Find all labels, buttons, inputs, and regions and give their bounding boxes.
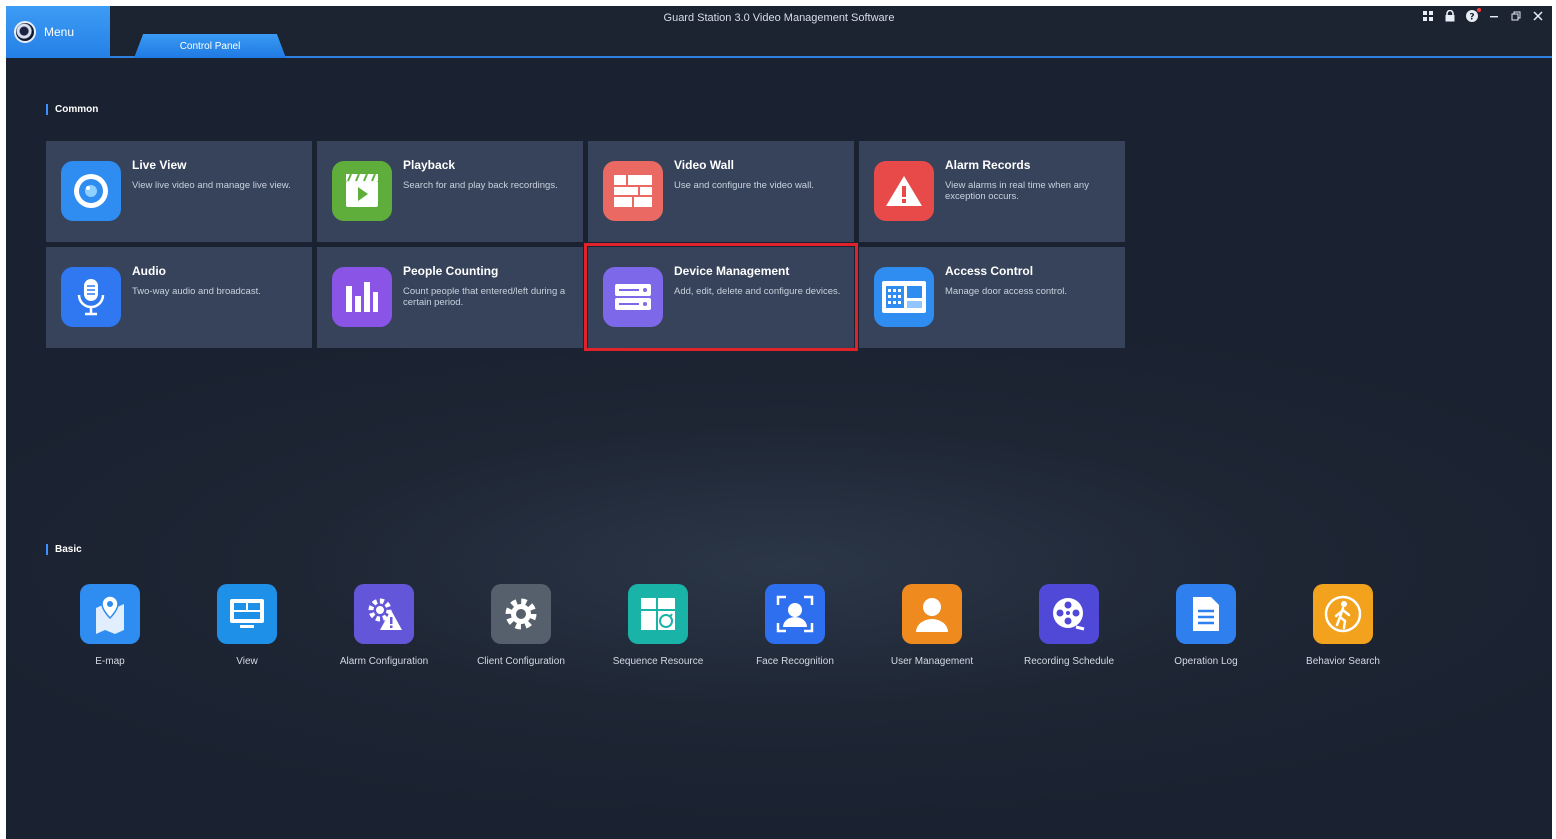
face-scan-icon bbox=[765, 584, 825, 644]
card-title: People Counting bbox=[403, 264, 499, 278]
app-title: Guard Station 3.0 Video Management Softw… bbox=[663, 12, 895, 24]
basic-item-view[interactable]: View bbox=[187, 584, 307, 684]
card-device-management[interactable]: Device Management Add, edit, delete and … bbox=[588, 247, 854, 348]
basic-item-label: View bbox=[236, 656, 258, 667]
video-wall-icon bbox=[603, 161, 663, 221]
access-panel-icon bbox=[874, 267, 934, 327]
sequence-icon bbox=[628, 584, 688, 644]
svg-text:?: ? bbox=[1469, 13, 1474, 23]
card-description: Two-way audio and broadcast. bbox=[132, 286, 261, 297]
basic-item-client-configuration[interactable]: Client Configuration bbox=[461, 584, 581, 684]
title-bar: Menu Guard Station 3.0 Video Management … bbox=[6, 6, 1552, 58]
section-title-common: Common bbox=[46, 104, 98, 115]
card-video-wall[interactable]: Video Wall Use and configure the video w… bbox=[588, 141, 854, 242]
basic-item-label: Client Configuration bbox=[477, 656, 565, 667]
card-access-control[interactable]: Access Control Manage door access contro… bbox=[859, 247, 1125, 348]
basic-item-alarm-configuration[interactable]: Alarm Configuration bbox=[324, 584, 444, 684]
basic-item-sequence-resource[interactable]: Sequence Resource bbox=[598, 584, 718, 684]
gear-icon bbox=[491, 584, 551, 644]
alarm-config-icon bbox=[354, 584, 414, 644]
card-title: Playback bbox=[403, 158, 456, 172]
card-description: Count people that entered/left during a … bbox=[403, 286, 566, 308]
alarm-warning-icon bbox=[874, 161, 934, 221]
card-playback[interactable]: Playback Search for and play back record… bbox=[317, 141, 583, 242]
card-description: Add, edit, delete and configure devices. bbox=[674, 286, 841, 297]
microphone-icon bbox=[61, 267, 121, 327]
walking-person-icon bbox=[1313, 584, 1373, 644]
view-layout-icon bbox=[217, 584, 277, 644]
restore-icon[interactable] bbox=[1510, 10, 1522, 22]
basic-item-user-management[interactable]: User Management bbox=[872, 584, 992, 684]
close-icon[interactable] bbox=[1532, 10, 1544, 22]
film-reel-icon bbox=[1039, 584, 1099, 644]
card-description: Use and configure the video wall. bbox=[674, 180, 814, 191]
card-description: Manage door access control. bbox=[945, 286, 1067, 297]
clapperboard-icon bbox=[332, 161, 392, 221]
help-icon[interactable]: ? bbox=[1466, 8, 1481, 23]
bar-chart-icon bbox=[332, 267, 392, 327]
app-window: Menu Guard Station 3.0 Video Management … bbox=[6, 6, 1552, 839]
device-icon bbox=[603, 267, 663, 327]
card-people-counting[interactable]: People Counting Count people that entere… bbox=[317, 247, 583, 348]
user-icon bbox=[902, 584, 962, 644]
document-icon bbox=[1176, 584, 1236, 644]
basic-item-label: E-map bbox=[95, 656, 125, 667]
card-title: Alarm Records bbox=[945, 158, 1031, 172]
card-alarm-records[interactable]: Alarm Records View alarms in real time w… bbox=[859, 141, 1125, 242]
section-title-basic: Basic bbox=[46, 544, 82, 555]
card-live-view[interactable]: Live View View live video and manage liv… bbox=[46, 141, 312, 242]
card-title: Access Control bbox=[945, 264, 1034, 278]
basic-item-operation-log[interactable]: Operation Log bbox=[1146, 584, 1266, 684]
basic-item-label: Recording Schedule bbox=[1023, 656, 1115, 667]
basic-item-recording-schedule[interactable]: Recording Schedule bbox=[1009, 584, 1129, 684]
minimize-icon[interactable] bbox=[1488, 10, 1500, 22]
menu-label: Menu bbox=[44, 25, 75, 39]
card-title: Audio bbox=[132, 264, 166, 278]
basic-item-behavior-search[interactable]: Behavior Search bbox=[1283, 584, 1403, 684]
basic-item-label: Sequence Resource bbox=[612, 656, 704, 667]
card-description: View alarms in real time when any except… bbox=[945, 180, 1089, 202]
basic-item-face-recognition[interactable]: Face Recognition bbox=[735, 584, 855, 684]
basic-item-label: Alarm Configuration bbox=[339, 656, 429, 667]
card-description: View live video and manage live view. bbox=[132, 180, 291, 191]
map-pin-icon bbox=[80, 584, 140, 644]
card-description: Search for and play back recordings. bbox=[403, 180, 558, 191]
tab-control-panel[interactable]: Control Panel bbox=[134, 34, 286, 58]
app-logo-icon bbox=[14, 21, 36, 43]
layout-icon[interactable] bbox=[1422, 10, 1434, 22]
card-audio[interactable]: Audio Two-way audio and broadcast. bbox=[46, 247, 312, 348]
card-title: Live View bbox=[132, 158, 187, 172]
camera-icon bbox=[61, 161, 121, 221]
basic-item-e-map[interactable]: E-map bbox=[50, 584, 170, 684]
basic-item-label: User Management bbox=[890, 656, 974, 667]
window-controls: ? bbox=[1422, 8, 1544, 23]
lock-icon[interactable] bbox=[1444, 10, 1456, 22]
card-title: Device Management bbox=[674, 264, 790, 278]
basic-item-label: Operation Log bbox=[1174, 656, 1238, 667]
basic-item-label: Face Recognition bbox=[756, 656, 834, 667]
card-title: Video Wall bbox=[674, 158, 735, 172]
basic-item-label: Behavior Search bbox=[1306, 656, 1380, 667]
